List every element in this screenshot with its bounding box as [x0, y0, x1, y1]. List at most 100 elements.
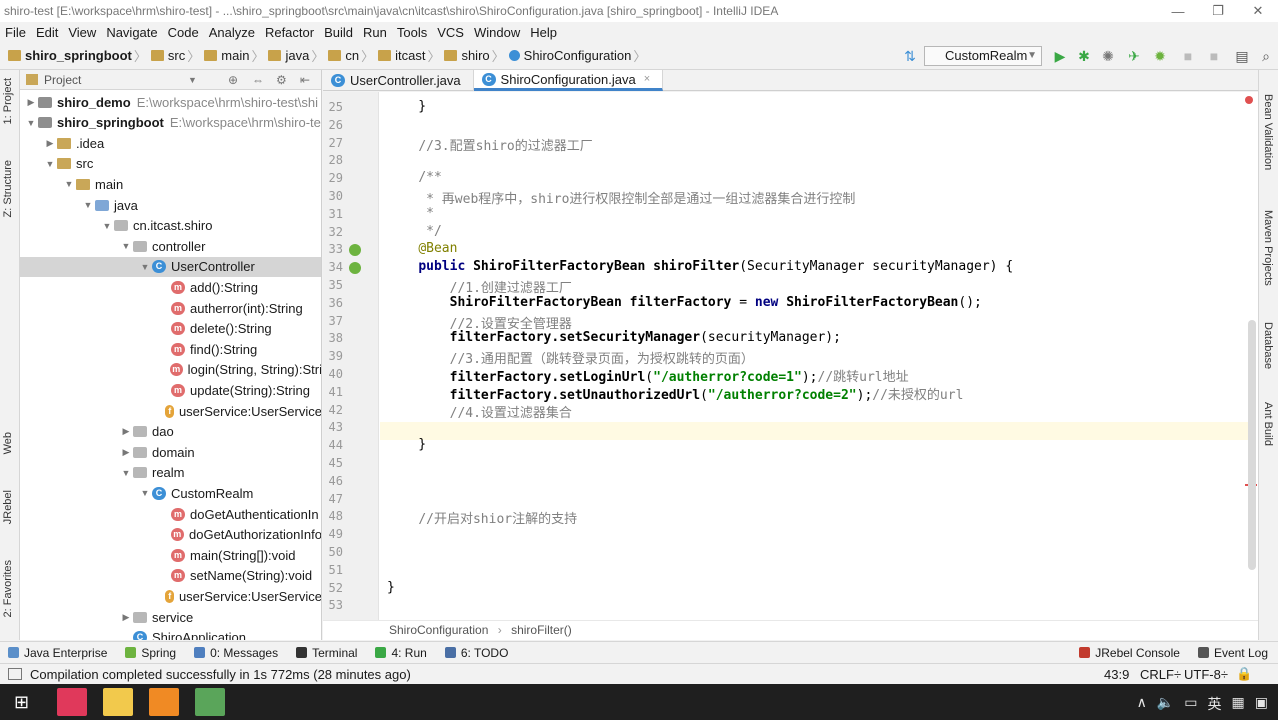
structure-tool-button[interactable]: Z: Structure	[2, 160, 14, 217]
chevron-down-icon[interactable]: ▼	[100, 221, 114, 231]
tree-item[interactable]: m update(String):String	[20, 380, 321, 400]
project-tool-button[interactable]: 1: Project	[2, 78, 14, 124]
hide-icon[interactable]: ⇤	[300, 73, 310, 87]
taskbar-explorer-icon[interactable]	[103, 688, 134, 716]
tool-window-java-enterprise[interactable]: Java Enterprise	[0, 646, 117, 660]
breadcrumb-item[interactable]: shiro_springboot	[25, 48, 132, 63]
menu-item-view[interactable]: View	[63, 25, 101, 40]
tree-item[interactable]: ▼ src	[20, 154, 321, 174]
caret-position[interactable]: 43:9	[1104, 667, 1129, 682]
breadcrumb-item[interactable]: itcast	[395, 48, 425, 63]
code-line[interactable]: public ShiroFilterFactoryBean shiroFilte…	[387, 259, 1013, 274]
code-line[interactable]: filterFactory.setUnauthorizedUrl("/authe…	[387, 384, 964, 403]
tray-icon[interactable]: ▭	[1184, 694, 1197, 714]
tree-item[interactable]: ▼ java	[20, 195, 321, 215]
tray-icon[interactable]: ▣	[1255, 694, 1268, 714]
tray-icon[interactable]: 英	[1208, 694, 1222, 714]
editor-scrollbar[interactable]	[1248, 320, 1256, 570]
windows-start-icon[interactable]: ⊞	[14, 692, 29, 713]
tool-window-jrebel-console[interactable]: JRebel Console	[1071, 646, 1190, 660]
code-line[interactable]: //3.通用配置（跳转登录页面，为授权跳转的页面）	[387, 348, 754, 367]
run-icon[interactable]: ▶	[1052, 48, 1068, 64]
coverage-icon[interactable]: ✺	[1100, 48, 1116, 64]
maximize-button[interactable]: ❐	[1198, 3, 1238, 19]
maven-tool-button[interactable]: Maven Projects	[1262, 210, 1274, 286]
code-line[interactable]: //4.设置过滤器集合	[387, 402, 572, 421]
tree-item[interactable]: m doGetAuthenticationIn	[20, 504, 321, 524]
menu-item-tools[interactable]: Tools	[392, 25, 432, 40]
menu-item-analyze[interactable]: Analyze	[204, 25, 260, 40]
code-line[interactable]: //开启对shior注解的支持	[387, 508, 577, 527]
menu-item-edit[interactable]: Edit	[31, 25, 63, 40]
menu-item-build[interactable]: Build	[319, 25, 358, 40]
code-area[interactable]: } //3.配置shiro的过滤器工厂 /** * 再web程序中，shiro进…	[387, 92, 1247, 620]
tree-item[interactable]: ▼ C UserController	[20, 256, 321, 277]
breadcrumb-item[interactable]: src	[168, 48, 185, 63]
search-everywhere-icon[interactable]: ⌕	[1258, 48, 1274, 64]
tray-icon[interactable]: 🔈	[1157, 694, 1174, 714]
debug-icon[interactable]: ✱	[1076, 48, 1092, 64]
editor-gutter[interactable]: 25 26 27 28 29 30 31 32 33 34 35 36 37 38 39 40 41 42 43 44…	[323, 92, 379, 620]
chevron-down-icon[interactable]: ▼	[62, 179, 76, 189]
close-tab-icon[interactable]: ×	[644, 73, 650, 85]
ant-build-tool-button[interactable]: Ant Build	[1262, 402, 1274, 446]
tab-shiroconfiguration[interactable]: C ShiroConfiguration.java ×	[473, 70, 664, 91]
tab-usercontroller[interactable]: C UserController.java	[323, 70, 474, 91]
tree-item[interactable]: f userService:UserService	[20, 401, 321, 421]
bean-validation-tool-button[interactable]: Bean Validation	[1262, 94, 1274, 170]
menu-item-code[interactable]: Code	[163, 25, 204, 40]
tree-item[interactable]: ▶ service	[20, 607, 321, 627]
status-message[interactable]: Compilation completed successfully in 1s…	[30, 667, 411, 682]
close-button[interactable]: ✕	[1238, 3, 1278, 19]
tree-item[interactable]: ▶ domain	[20, 442, 321, 462]
chevron-right-icon[interactable]: ▶	[119, 612, 133, 623]
tray-icon[interactable]: ▦	[1232, 694, 1245, 714]
tree-item[interactable]: C ShiroApplication	[20, 628, 321, 640]
spring-bean-icon[interactable]	[349, 244, 361, 257]
chevron-down-icon[interactable]: ▼	[119, 241, 133, 251]
menu-item-vcs[interactable]: VCS	[432, 25, 469, 40]
code-line[interactable]: filterFactory.setLoginUrl("/autherror?co…	[387, 366, 909, 385]
menu-item-window[interactable]: Window	[469, 25, 525, 40]
web-tool-button[interactable]: Web	[2, 432, 14, 454]
tool-window-event-log[interactable]: Event Log	[1190, 646, 1278, 660]
chevron-down-icon[interactable]: ▼	[43, 159, 57, 169]
tool-window-4-run[interactable]: 4: Run	[367, 646, 436, 660]
code-line[interactable]: //2.设置安全管理器	[387, 313, 572, 332]
chevron-down-icon[interactable]: ▼	[24, 118, 38, 128]
code-line[interactable]: }	[387, 580, 395, 595]
tree-item[interactable]: m login(String, String):Stri	[20, 360, 321, 380]
run-config-select[interactable]: CustomRealm ▼	[924, 46, 1042, 66]
breadcrumb-item[interactable]: cn	[345, 48, 359, 63]
chevron-right-icon[interactable]: ▶	[119, 447, 133, 458]
tool-window-6-todo[interactable]: 6: TODO	[437, 646, 519, 660]
code-line[interactable]: @Bean	[387, 241, 457, 256]
code-line[interactable]: //3.配置shiro的过滤器工厂	[387, 135, 592, 154]
chevron-right-icon[interactable]: ▶	[43, 138, 57, 149]
lock-icon[interactable]: 🔒	[1236, 666, 1252, 682]
stop-icon[interactable]: ■	[1180, 48, 1196, 64]
tree-item[interactable]: m doGetAuthorizationInfo	[20, 525, 321, 545]
jrebel-debug-icon[interactable]: ✹	[1152, 48, 1168, 64]
code-line[interactable]: }	[387, 437, 426, 452]
database-tool-button[interactable]: Database	[1262, 322, 1274, 369]
code-line[interactable]: filterFactory.setSecurityManager(securit…	[387, 330, 841, 345]
tree-item[interactable]: f userService:UserService	[20, 586, 321, 606]
tool-window-0-messages[interactable]: 0: Messages	[186, 646, 288, 660]
error-stripe-icon[interactable]	[1245, 96, 1253, 104]
build-icon[interactable]: ⇅	[902, 48, 918, 64]
tree-item[interactable]: ▼ cn.itcast.shiro	[20, 216, 321, 236]
menu-item-navigate[interactable]: Navigate	[101, 25, 162, 40]
code-line[interactable]: /**	[387, 170, 441, 185]
code-line[interactable]: *	[387, 206, 434, 221]
tree-item[interactable]: ▼ controller	[20, 236, 321, 256]
stop-all-icon[interactable]: ■	[1206, 48, 1222, 64]
file-encoding[interactable]: UTF-8÷	[1184, 667, 1228, 682]
code-line[interactable]: //1.创建过滤器工厂	[387, 277, 572, 296]
tree-item[interactable]: m delete():String	[20, 319, 321, 339]
project-view-label[interactable]: Project	[44, 73, 81, 87]
chevron-down-icon[interactable]: ▼	[188, 75, 197, 85]
jrebel-tool-button[interactable]: JRebel	[2, 490, 14, 524]
minimize-button[interactable]: —	[1158, 4, 1198, 19]
locate-icon[interactable]: ⊕	[228, 73, 238, 87]
